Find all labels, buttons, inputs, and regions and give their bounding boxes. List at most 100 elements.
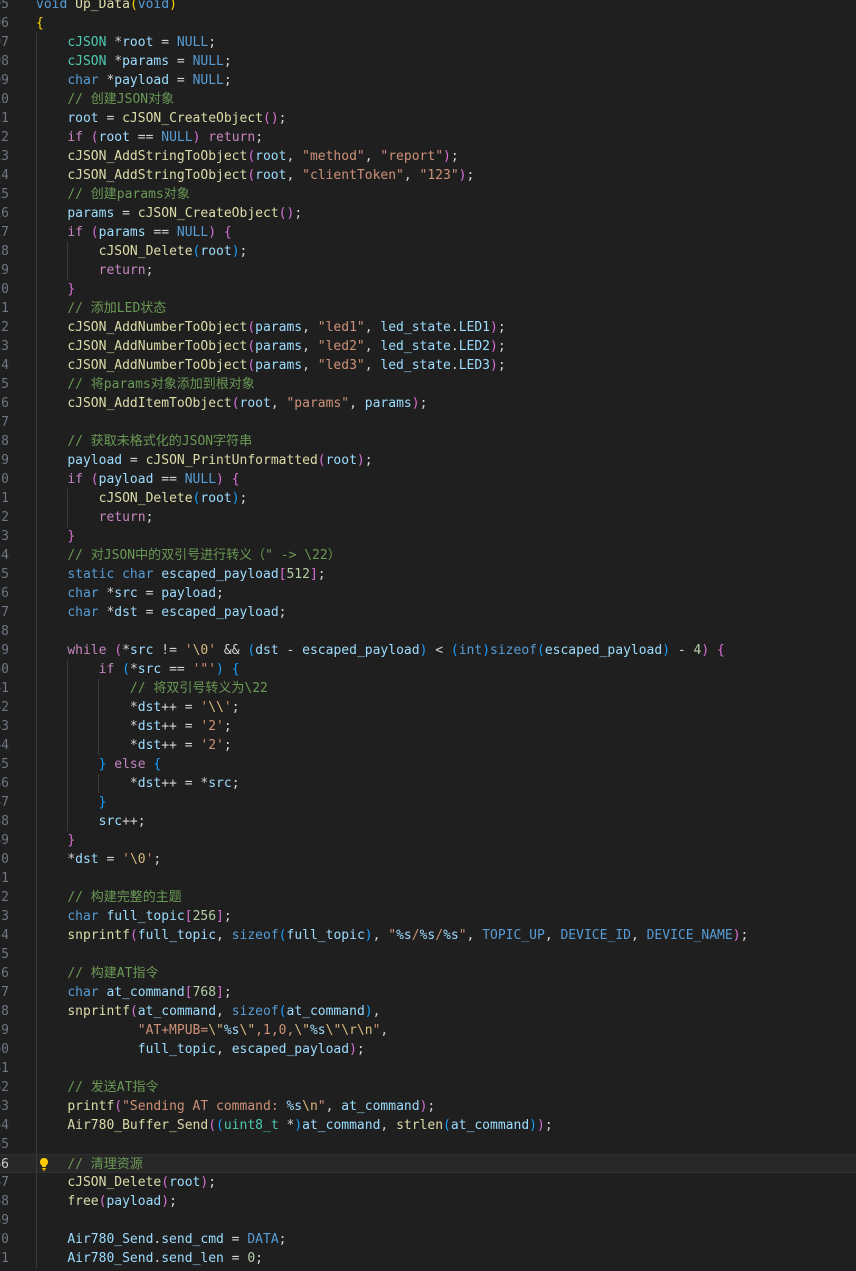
line-number[interactable]: 123 bbox=[0, 337, 9, 356]
line-number[interactable]: 143 bbox=[0, 717, 9, 736]
line-number[interactable]: 120 bbox=[0, 280, 9, 299]
code-line[interactable]: 134 // 对JSON中的双引号进行转义（" -> \22） bbox=[0, 546, 856, 565]
code-text[interactable]: char *src = payload; bbox=[36, 584, 224, 603]
line-number[interactable]: 144 bbox=[0, 736, 9, 755]
code-text[interactable]: void Up_Data(void) bbox=[36, 0, 177, 14]
line-number[interactable]: 134 bbox=[0, 546, 9, 565]
code-line[interactable]: 164 Air780_Buffer_Send((uint8_t *)at_com… bbox=[0, 1116, 856, 1135]
code-line[interactable]: 154 snprintf(full_topic, sizeof(full_top… bbox=[0, 926, 856, 945]
line-number[interactable]: 132 bbox=[0, 508, 9, 527]
code-line[interactable]: 115 // 创建params对象 bbox=[0, 185, 856, 204]
line-number[interactable]: 162 bbox=[0, 1078, 9, 1097]
code-line[interactable]: 156 // 构建AT指令 bbox=[0, 964, 856, 983]
line-number[interactable]: 155 bbox=[0, 945, 9, 964]
line-number[interactable]: 105 bbox=[0, 0, 9, 14]
code-text[interactable]: } bbox=[36, 793, 107, 812]
code-text[interactable]: root = cJSON_CreateObject(); bbox=[36, 109, 286, 128]
code-text[interactable]: if (root == NULL) return; bbox=[36, 128, 263, 147]
code-line[interactable]: 159 "AT+MPUB=\"%s\",1,0,\"%s\"\r\n", bbox=[0, 1021, 856, 1040]
line-number[interactable]: 157 bbox=[0, 983, 9, 1002]
line-number[interactable]: 131 bbox=[0, 489, 9, 508]
code-text[interactable]: while (*src != '\0' && (dst - escaped_pa… bbox=[36, 641, 725, 660]
line-number[interactable]: 106 bbox=[0, 14, 9, 33]
code-text[interactable]: // 发送AT指令 bbox=[36, 1078, 158, 1097]
code-text[interactable]: cJSON_AddNumberToObject(params, "led2", … bbox=[36, 337, 505, 356]
code-text[interactable] bbox=[36, 945, 67, 964]
code-text[interactable]: char *dst = escaped_payload; bbox=[36, 603, 286, 622]
code-line[interactable]: 150 *dst = '\0'; bbox=[0, 850, 856, 869]
code-line[interactable]: 109 char *payload = NULL; bbox=[0, 71, 856, 90]
line-number[interactable]: 110 bbox=[0, 90, 9, 109]
line-number[interactable]: 139 bbox=[0, 641, 9, 660]
code-text[interactable]: *dst++ = *src; bbox=[36, 774, 240, 793]
code-line[interactable]: 158 snprintf(at_command, sizeof(at_comma… bbox=[0, 1002, 856, 1021]
line-number[interactable]: 121 bbox=[0, 299, 9, 318]
code-line[interactable]: 132 return; bbox=[0, 508, 856, 527]
code-text[interactable]: // 创建params对象 bbox=[36, 185, 189, 204]
code-text[interactable]: Air780_Buffer_Send((uint8_t *)at_command… bbox=[36, 1116, 552, 1135]
line-number[interactable]: 124 bbox=[0, 356, 9, 375]
code-line[interactable]: 123 cJSON_AddNumberToObject(params, "led… bbox=[0, 337, 856, 356]
line-number[interactable]: 130 bbox=[0, 470, 9, 489]
line-number[interactable]: 145 bbox=[0, 755, 9, 774]
code-line[interactable]: 143 *dst++ = '2'; bbox=[0, 717, 856, 736]
code-line[interactable]: 157 char at_command[768]; bbox=[0, 983, 856, 1002]
code-text[interactable] bbox=[36, 622, 67, 641]
line-number[interactable]: 133 bbox=[0, 527, 9, 546]
code-text[interactable] bbox=[36, 1211, 67, 1230]
line-number[interactable]: 119 bbox=[0, 261, 9, 280]
code-line[interactable]: 130 if (payload == NULL) { bbox=[0, 470, 856, 489]
code-line[interactable]: 170 Air780_Send.send_cmd = DATA; bbox=[0, 1230, 856, 1249]
line-number[interactable]: 135 bbox=[0, 565, 9, 584]
code-text[interactable]: cJSON_Delete(root); bbox=[36, 242, 248, 261]
code-text[interactable]: src++; bbox=[36, 812, 146, 831]
code-line[interactable]: 119 return; bbox=[0, 261, 856, 280]
line-number[interactable]: 138 bbox=[0, 622, 9, 641]
code-line[interactable]: 152 // 构建完整的主题 bbox=[0, 888, 856, 907]
code-line[interactable]: 140 if (*src == '"') { bbox=[0, 660, 856, 679]
code-text[interactable]: // 清理资源 bbox=[36, 1155, 142, 1174]
line-number[interactable]: 166 bbox=[0, 1155, 9, 1174]
code-line[interactable]: 161 bbox=[0, 1059, 856, 1078]
line-number[interactable]: 156 bbox=[0, 964, 9, 983]
code-line[interactable]: 107 cJSON *root = NULL; bbox=[0, 33, 856, 52]
code-line[interactable]: 128 // 获取未格式化的JSON字符串 bbox=[0, 432, 856, 451]
line-number[interactable]: 159 bbox=[0, 1021, 9, 1040]
code-text[interactable]: return; bbox=[36, 261, 154, 280]
code-text[interactable]: *dst++ = '2'; bbox=[36, 736, 232, 755]
code-line[interactable]: 149 } bbox=[0, 831, 856, 850]
code-line[interactable]: 141 // 将双引号转义为\22 bbox=[0, 679, 856, 698]
line-number[interactable]: 107 bbox=[0, 33, 9, 52]
code-text[interactable]: cJSON *params = NULL; bbox=[36, 52, 231, 71]
line-number[interactable]: 152 bbox=[0, 888, 9, 907]
code-text[interactable]: cJSON_AddNumberToObject(params, "led3", … bbox=[36, 356, 505, 375]
code-text[interactable]: if (payload == NULL) { bbox=[36, 470, 239, 489]
line-number[interactable]: 114 bbox=[0, 166, 9, 185]
line-number[interactable]: 128 bbox=[0, 432, 9, 451]
line-number[interactable]: 113 bbox=[0, 147, 9, 166]
line-number[interactable]: 108 bbox=[0, 52, 9, 71]
code-line[interactable]: 133 } bbox=[0, 527, 856, 546]
code-text[interactable]: // 构建完整的主题 bbox=[36, 888, 181, 907]
line-number[interactable]: 161 bbox=[0, 1059, 9, 1078]
code-line[interactable]: 137 char *dst = escaped_payload; bbox=[0, 603, 856, 622]
code-text[interactable]: } bbox=[36, 831, 75, 850]
line-number[interactable]: 127 bbox=[0, 413, 9, 432]
code-line[interactable]: 108 cJSON *params = NULL; bbox=[0, 52, 856, 71]
code-line[interactable]: 117 if (params == NULL) { bbox=[0, 223, 856, 242]
code-line[interactable]: 142 *dst++ = '\\'; bbox=[0, 698, 856, 717]
code-line[interactable]: 155 bbox=[0, 945, 856, 964]
line-number[interactable]: 169 bbox=[0, 1211, 9, 1230]
line-number[interactable]: 126 bbox=[0, 394, 9, 413]
line-number[interactable]: 153 bbox=[0, 907, 9, 926]
line-number[interactable]: 150 bbox=[0, 850, 9, 869]
line-number[interactable]: 170 bbox=[0, 1230, 9, 1249]
code-text[interactable]: *dst = '\0'; bbox=[36, 850, 161, 869]
line-number[interactable]: 122 bbox=[0, 318, 9, 337]
code-line[interactable]: 121 // 添加LED状态 bbox=[0, 299, 856, 318]
line-number[interactable]: 115 bbox=[0, 185, 9, 204]
line-number[interactable]: 167 bbox=[0, 1173, 9, 1192]
code-text[interactable]: static char escaped_payload[512]; bbox=[36, 565, 325, 584]
code-text[interactable]: // 对JSON中的双引号进行转义（" -> \22） bbox=[36, 546, 340, 565]
code-text[interactable]: // 将params对象添加到根对象 bbox=[36, 375, 254, 394]
